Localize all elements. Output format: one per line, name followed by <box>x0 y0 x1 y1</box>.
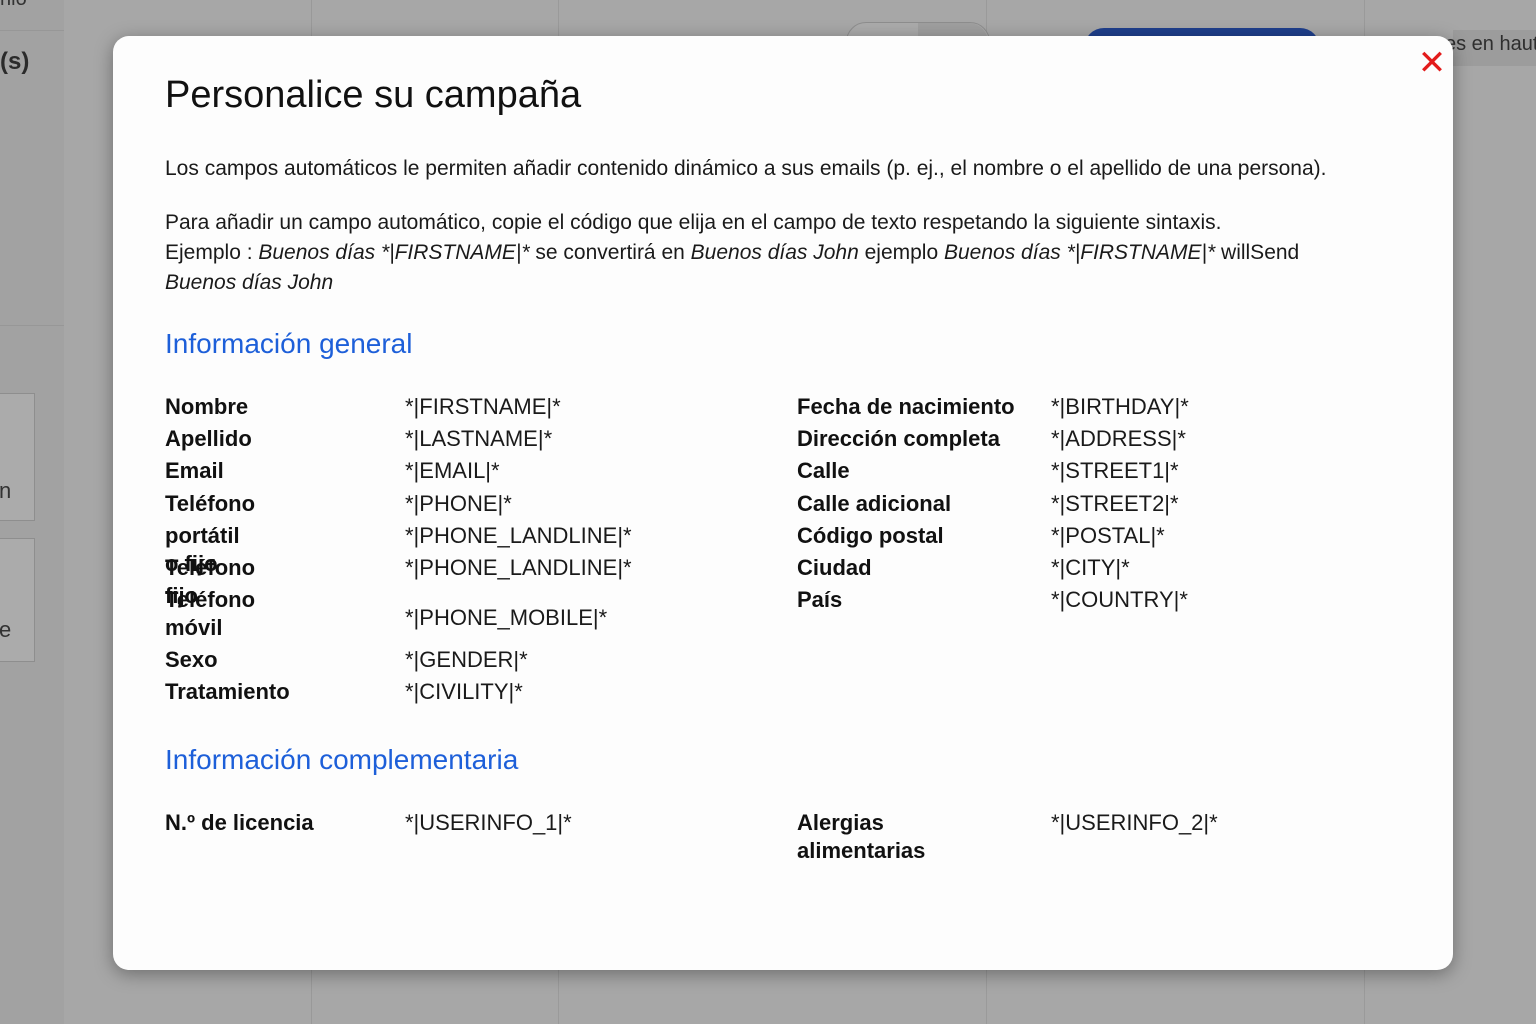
example-text: se convertirá en <box>529 241 691 264</box>
field-label: N.º de licencia <box>165 810 314 835</box>
field-code: *|GENDER|* <box>405 647 528 672</box>
field-code: *|USERINFO_2|* <box>1051 810 1218 835</box>
field-code: *|CIVILITY|* <box>405 679 523 704</box>
background-card-text: e <box>0 617 12 642</box>
field-code: *|EMAIL|* <box>405 458 500 483</box>
field-code: *|USERINFO_1|* <box>405 810 572 835</box>
field-label: Dirección completa <box>797 426 1000 451</box>
background-heading: (s) <box>0 48 30 75</box>
field-code: *|FIRSTNAME|* <box>405 394 561 419</box>
example-code: Buenos días *|FIRSTNAME|* <box>258 241 530 264</box>
close-icon[interactable]: ✕ <box>1415 46 1449 80</box>
example-prefix: Ejemplo : <box>165 241 259 264</box>
field-code: *|BIRTHDAY|* <box>1051 394 1189 419</box>
field-label: Calle <box>797 458 850 483</box>
section-title-general: Información general <box>165 328 413 359</box>
field-code: *|PHONE_LANDLINE|* <box>405 523 632 548</box>
field-label: Código postal <box>797 523 944 548</box>
field-label: País <box>797 587 843 612</box>
field-code: *|CITY|* <box>1051 555 1130 580</box>
field-code: *|COUNTRY|* <box>1051 587 1188 612</box>
section-title-complementary: Información complementaria <box>165 744 519 775</box>
field-code: *|PHONE|* <box>405 491 512 516</box>
background-text: es en haut <box>1445 33 1536 55</box>
field-code: *|ADDRESS|* <box>1051 426 1186 451</box>
background-card: e <box>0 538 35 662</box>
background-card-text: n <box>0 478 12 503</box>
field-code: *|PHONE_MOBILE|* <box>405 605 608 630</box>
syntax-instructions: Para añadir un campo automático, copie e… <box>165 208 1365 298</box>
field-code: *|PHONE_LANDLINE|* <box>405 555 632 580</box>
field-label: Apellido <box>165 426 252 451</box>
field-label: Alergias alimentarias <box>797 810 926 863</box>
field-code: *|POSTAL|* <box>1051 523 1165 548</box>
field-label: Ciudad <box>797 555 872 580</box>
field-code: *|STREET1|* <box>1051 458 1179 483</box>
intro-text: Los campos automáticos le permiten añadi… <box>165 157 1327 180</box>
example-text: ejemplo <box>858 241 944 264</box>
syntax-line: Para añadir un campo automático, copie e… <box>165 211 1222 234</box>
field-label: Nombre <box>165 394 249 419</box>
example-result: Buenos días John <box>690 241 859 264</box>
field-label: Teléfono móvil <box>165 587 256 640</box>
example-code: Buenos días *|FIRSTNAME|* <box>944 241 1216 264</box>
background-card: n <box>0 393 35 521</box>
field-label: Calle adicional <box>797 491 952 516</box>
example-result: Buenos días John <box>165 271 334 294</box>
personalization-modal: ✕ Personalice su campaña Los campos auto… <box>113 36 1453 970</box>
field-code: *|STREET2|* <box>1051 491 1179 516</box>
field-label: Teléfono <box>165 491 256 516</box>
modal-title: Personalice su campaña <box>165 74 582 116</box>
field-label: Sexo <box>165 647 218 672</box>
field-label: Tratamiento <box>165 679 290 704</box>
example-text: willSend <box>1215 241 1300 264</box>
divider <box>0 325 64 326</box>
field-label: Email <box>165 458 224 483</box>
field-label: Fecha de nacimiento <box>797 394 1015 419</box>
background-text: nio <box>0 0 27 11</box>
divider <box>0 30 64 31</box>
field-code: *|LASTNAME|* <box>405 426 553 451</box>
